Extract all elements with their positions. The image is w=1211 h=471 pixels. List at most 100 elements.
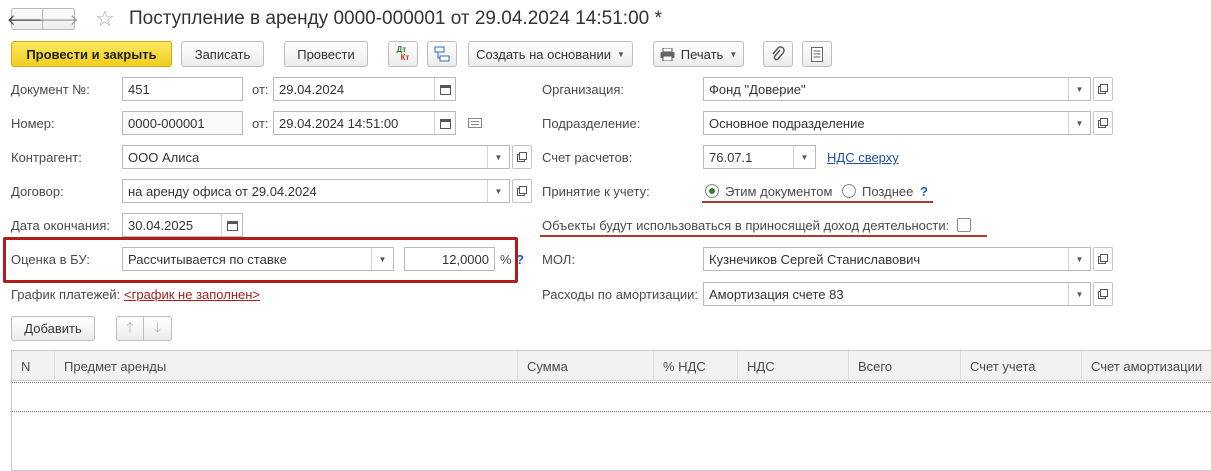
radio-this-document-label: Этим документом [725,184,833,199]
open-icon [1098,254,1108,264]
open-contract-button[interactable] [512,179,532,203]
create-based-on-button[interactable]: Создать на основании ▼ [468,41,633,67]
schedule-label: График платежей: [11,287,121,302]
mol-label: МОЛ: [542,252,575,267]
open-icon [517,152,527,162]
column-header-n[interactable]: N [12,351,55,381]
printer-icon [660,47,675,61]
column-header-total[interactable]: Всего [849,351,961,381]
doc-no-field[interactable]: 451 [122,77,243,101]
dept-field[interactable]: Основное подразделение ▼ [703,111,1091,135]
list-icon [811,46,823,62]
move-down-button[interactable]: 🡓 [144,316,172,341]
paperclip-icon [772,46,785,61]
chevron-down-icon: ▼ [616,49,625,59]
calendar-icon[interactable] [221,214,242,236]
add-button[interactable]: Добавить [11,316,95,341]
from-label-2: от: [252,116,269,131]
vat-link[interactable]: НДС сверху [827,150,899,165]
table-header: N Предмет аренды Сумма % НДС НДС Всего С… [12,351,1211,381]
star-icon[interactable]: ☆ [95,6,115,32]
column-header-sum[interactable]: Сумма [518,351,654,381]
open-dept-button[interactable] [1093,111,1113,135]
chevron-down-icon[interactable]: ▼ [1068,78,1090,100]
chevron-down-icon[interactable]: ▼ [487,180,509,202]
end-date-label: Дата окончания: [11,218,110,233]
open-mol-button[interactable] [1093,247,1113,271]
mol-field[interactable]: Кузнечиков Сергей Станиславович ▼ [703,247,1091,271]
chevron-down-icon[interactable]: ▼ [1068,112,1090,134]
open-icon [1098,118,1108,128]
org-label: Организация: [542,82,625,97]
from-label: от: [252,82,269,97]
structure-icon [434,46,450,62]
amort-label: Расходы по амортизации: [542,287,699,302]
rate-field[interactable]: 12,0000 [404,247,495,271]
save-button[interactable]: Записать [181,41,264,67]
counterparty-label: Контрагент: [11,150,82,165]
dt-kt-button[interactable]: Дт Кт [388,41,418,67]
radio-later[interactable] [842,184,856,198]
objects-underline [540,235,987,237]
column-header-item[interactable]: Предмет аренды [55,351,518,381]
page-title: Поступление в аренду 0000-000001 от 29.0… [129,8,662,29]
contract-label: Договор: [11,184,64,199]
help-icon[interactable]: ? [516,252,524,267]
print-button[interactable]: Печать ▼ [653,41,744,67]
open-icon [517,186,527,196]
org-field[interactable]: Фонд "Доверие" ▼ [703,77,1091,101]
open-icon [1098,289,1108,299]
structure-button[interactable] [427,41,457,67]
chevron-down-icon: ▼ [729,49,738,59]
chevron-down-icon[interactable]: ▼ [793,146,815,168]
percent-label: % [500,252,512,267]
number-label: Номер: [11,116,55,131]
objects-checkbox[interactable] [957,218,971,232]
arrow-down-icon: 🡓 [153,318,162,335]
end-date-field[interactable]: 30.04.2025 [122,213,243,237]
number-field[interactable]: 0000-000001 [122,111,243,135]
account-label: Счет расчетов: [542,150,633,165]
doc-date-field[interactable]: 29.04.2024 [273,77,456,101]
chevron-down-icon[interactable]: ▼ [487,146,509,168]
acceptance-label: Принятие к учету: [542,184,650,199]
calendar-icon[interactable] [434,78,455,100]
more-button[interactable] [802,41,832,67]
contract-field[interactable]: на аренду офиса от 29.04.2024 ▼ [122,179,510,203]
post-button[interactable]: Провести [284,41,368,67]
valuation-select[interactable]: Рассчитывается по ставке ▼ [122,247,394,271]
comment-icon[interactable] [468,118,482,128]
calendar-icon[interactable] [434,112,455,134]
objects-label: Объекты будут использоваться в приносяще… [542,218,950,233]
number-date-field[interactable]: 29.04.2024 14:51:00 [273,111,456,135]
radio-this-document[interactable] [705,184,719,198]
valuation-label: Оценка в БУ: [11,252,90,267]
column-header-vat-rate[interactable]: % НДС [654,351,738,381]
acceptance-underline [702,201,933,203]
post-and-close-button[interactable]: Провести и закрыть [11,41,172,67]
column-header-amort-account[interactable]: Счет амортизации [1082,351,1211,381]
account-field[interactable]: 76.07.1 ▼ [703,145,816,169]
column-header-account[interactable]: Счет учета [961,351,1082,381]
amort-field[interactable]: Амортизация счете 83 ▼ [703,282,1091,306]
doc-no-label: Документ №: [11,82,90,97]
dt-kt-icon: Дт Кт [396,45,410,62]
column-header-vat[interactable]: НДС [738,351,849,381]
chevron-down-icon[interactable]: ▼ [1068,248,1090,270]
open-counterparty-button[interactable] [512,145,532,169]
counterparty-field[interactable]: ООО Алиса ▼ [122,145,510,169]
attach-button[interactable] [763,41,793,67]
forward-button[interactable]: 🡒 [38,8,79,30]
open-icon [1098,84,1108,94]
open-org-button[interactable] [1093,77,1113,101]
table-row[interactable] [12,382,1211,412]
help-icon[interactable]: ? [920,184,928,199]
open-amort-button[interactable] [1093,282,1113,306]
radio-later-label: Позднее [862,184,914,199]
items-table: N Предмет аренды Сумма % НДС НДС Всего С… [11,350,1211,471]
chevron-down-icon[interactable]: ▼ [371,248,393,270]
chevron-down-icon[interactable]: ▼ [1068,283,1090,305]
schedule-link[interactable]: <график не заполнен> [124,287,260,302]
move-up-button[interactable]: 🡑 [116,316,144,341]
arrow-up-icon: 🡑 [126,318,134,335]
